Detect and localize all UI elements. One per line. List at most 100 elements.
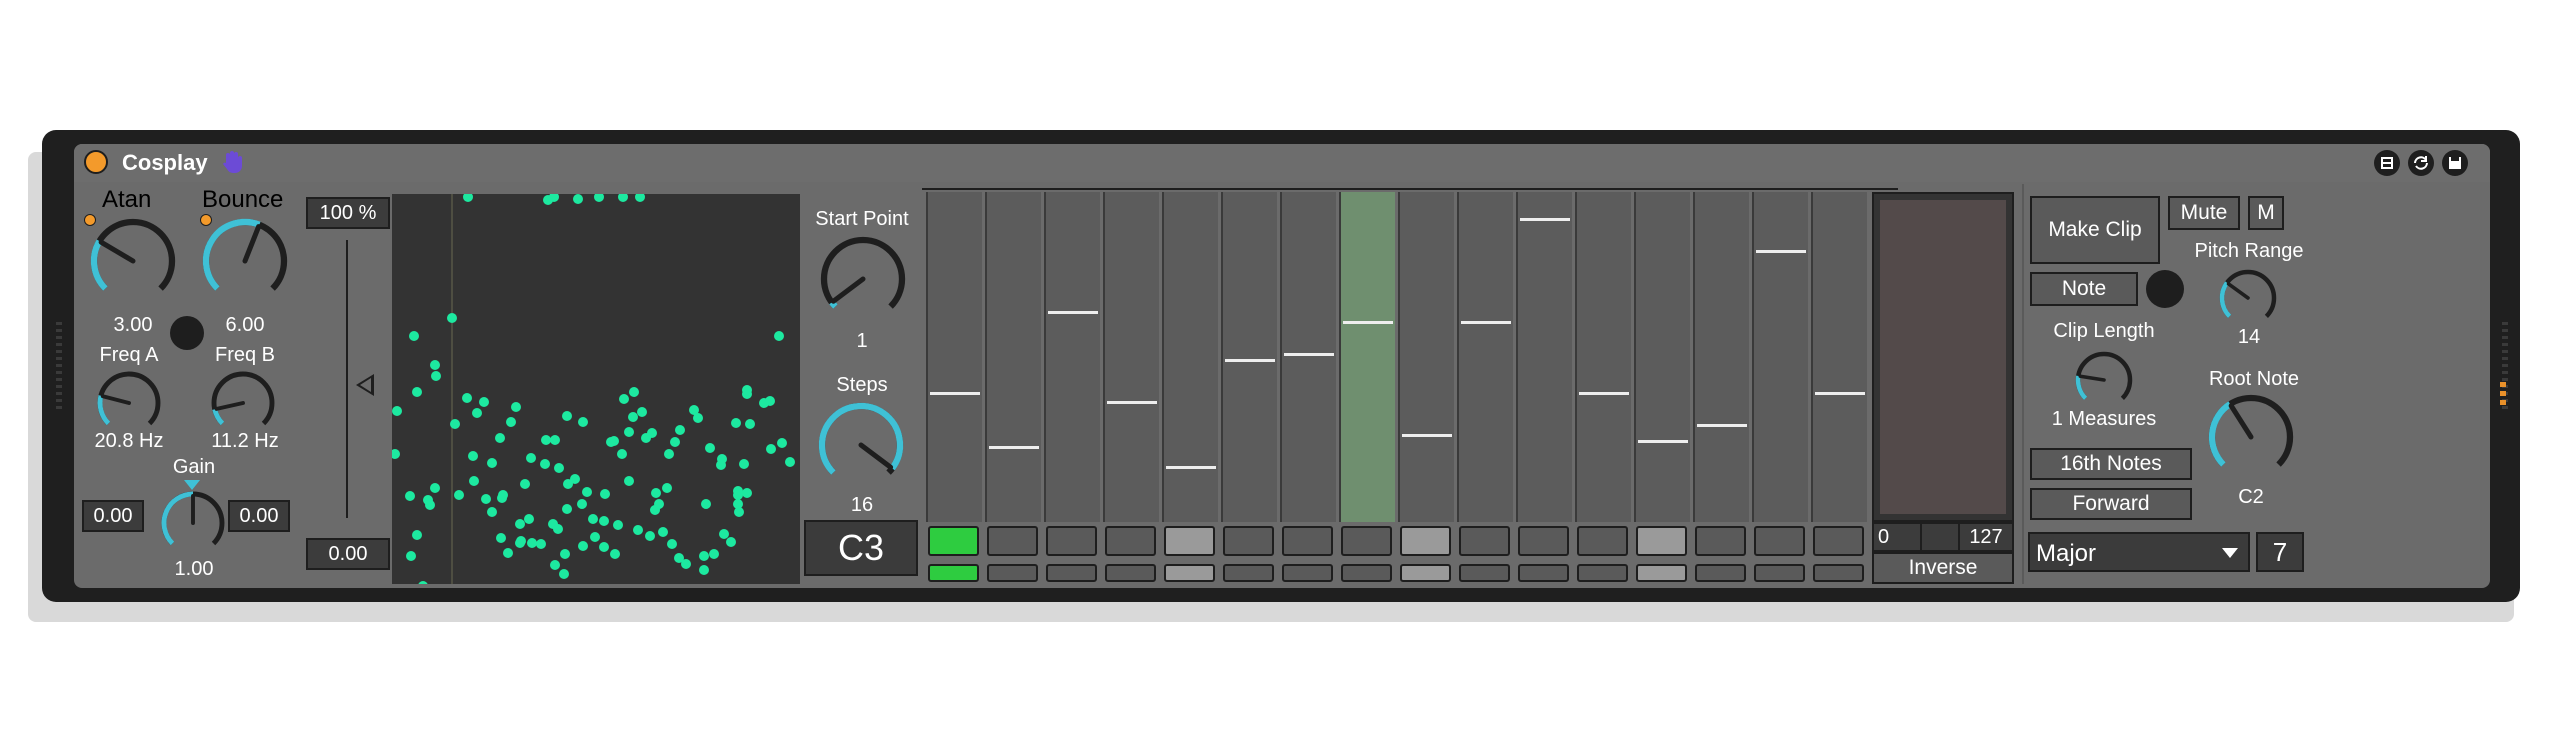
step-sub-button[interactable] bbox=[1518, 564, 1569, 582]
step-sub-button[interactable] bbox=[1164, 564, 1215, 582]
start-point-knob[interactable] bbox=[818, 234, 908, 324]
step-button[interactable] bbox=[1282, 526, 1333, 556]
slider-bottom-value[interactable]: 0.00 bbox=[306, 538, 390, 570]
step-column[interactable] bbox=[1044, 192, 1100, 522]
step-button[interactable] bbox=[1636, 526, 1687, 556]
step-sub-button[interactable] bbox=[1577, 564, 1628, 582]
freq-a-value: 20.8 Hz bbox=[94, 430, 164, 452]
range-display[interactable] bbox=[1872, 192, 2014, 522]
m-button[interactable]: M bbox=[2248, 196, 2284, 230]
step-value-line bbox=[1048, 311, 1098, 315]
inverse-button[interactable]: Inverse bbox=[1872, 552, 2014, 584]
step-column[interactable] bbox=[1752, 192, 1808, 522]
direction-button[interactable]: Forward bbox=[2030, 488, 2192, 520]
step-column[interactable] bbox=[1221, 192, 1277, 522]
step-sub-button[interactable] bbox=[1105, 564, 1156, 582]
step-button[interactable] bbox=[1341, 526, 1392, 556]
step-sub-button[interactable] bbox=[1813, 564, 1864, 582]
gain-right-box[interactable]: 0.00 bbox=[228, 500, 290, 532]
step-sub-button[interactable] bbox=[928, 564, 979, 582]
root-note-knob[interactable] bbox=[2206, 392, 2296, 482]
make-clip-button[interactable]: Make Clip bbox=[2030, 196, 2160, 264]
step-sub-button[interactable] bbox=[1046, 564, 1097, 582]
step-column[interactable] bbox=[1103, 192, 1159, 522]
save-icon[interactable] bbox=[2442, 150, 2468, 176]
slider-handle-inner bbox=[360, 378, 371, 392]
step-column[interactable] bbox=[926, 192, 982, 522]
scale-dropdown[interactable]: Major bbox=[2028, 532, 2250, 572]
step-column[interactable] bbox=[1339, 192, 1395, 522]
scatter-point bbox=[731, 418, 741, 428]
pin-icon[interactable] bbox=[2374, 150, 2400, 176]
step-value-line bbox=[1225, 359, 1275, 363]
step-button[interactable] bbox=[928, 526, 979, 556]
step-sub-button[interactable] bbox=[1459, 564, 1510, 582]
scale-degree[interactable]: 7 bbox=[2256, 532, 2304, 572]
knob-arc bbox=[2075, 375, 2088, 400]
clip-length-knob[interactable] bbox=[2072, 348, 2136, 412]
knob-pointer bbox=[858, 442, 894, 470]
step-button[interactable] bbox=[1695, 526, 1746, 556]
power-icon[interactable] bbox=[84, 150, 108, 174]
atan-knob[interactable] bbox=[88, 216, 178, 306]
mute-button[interactable]: Mute bbox=[2168, 196, 2240, 230]
freq-a-knob[interactable] bbox=[94, 368, 164, 438]
note-mode-toggle[interactable] bbox=[2146, 270, 2184, 308]
step-column[interactable] bbox=[1811, 192, 1867, 522]
freq-b-knob[interactable] bbox=[208, 368, 278, 438]
step-sub-button[interactable] bbox=[1754, 564, 1805, 582]
scatter-point bbox=[766, 444, 776, 454]
step-column[interactable] bbox=[1457, 192, 1513, 522]
device-title[interactable]: Cosplay bbox=[122, 150, 208, 176]
note-display[interactable]: C3 bbox=[804, 520, 918, 576]
bounce-knob[interactable] bbox=[200, 216, 290, 306]
step-button[interactable] bbox=[1223, 526, 1274, 556]
step-sub-button[interactable] bbox=[1400, 564, 1451, 582]
left-grip[interactable] bbox=[56, 322, 62, 412]
step-sub-button[interactable] bbox=[1282, 564, 1333, 582]
step-value-line bbox=[1461, 320, 1511, 324]
freq-b-value: 11.2 Hz bbox=[211, 430, 279, 452]
step-column[interactable] bbox=[1575, 192, 1631, 522]
step-button[interactable] bbox=[987, 526, 1038, 556]
range-min[interactable]: 0 bbox=[1872, 522, 1922, 552]
step-sub-button[interactable] bbox=[1695, 564, 1746, 582]
scatter-point bbox=[496, 533, 506, 543]
link-toggle[interactable] bbox=[170, 316, 204, 350]
step-button[interactable] bbox=[1518, 526, 1569, 556]
step-sub-button[interactable] bbox=[1223, 564, 1274, 582]
step-button[interactable] bbox=[1813, 526, 1864, 556]
scatter-point bbox=[658, 527, 668, 537]
step-column[interactable] bbox=[1516, 192, 1572, 522]
rate-button[interactable]: 16th Notes bbox=[2030, 448, 2192, 480]
knob-pointer bbox=[830, 276, 866, 304]
hotswap-icon[interactable] bbox=[2408, 150, 2434, 176]
step-button[interactable] bbox=[1164, 526, 1215, 556]
slider-top-value[interactable]: 100 % bbox=[306, 197, 390, 229]
step-sub-button[interactable] bbox=[987, 564, 1038, 582]
step-column[interactable] bbox=[1280, 192, 1336, 522]
step-sequencer[interactable] bbox=[926, 192, 1870, 522]
step-column[interactable] bbox=[1693, 192, 1749, 522]
pitch-range-knob[interactable] bbox=[2216, 266, 2280, 330]
slider-track[interactable] bbox=[346, 240, 348, 518]
step-button[interactable] bbox=[1400, 526, 1451, 556]
step-button[interactable] bbox=[1754, 526, 1805, 556]
step-column[interactable] bbox=[985, 192, 1041, 522]
range-max[interactable]: 127 bbox=[1958, 522, 2014, 552]
gain-knob[interactable] bbox=[158, 488, 228, 558]
scatter-display[interactable] bbox=[392, 194, 800, 584]
step-button[interactable] bbox=[1046, 526, 1097, 556]
gain-left-box[interactable]: 0.00 bbox=[82, 500, 144, 532]
step-sub-button[interactable] bbox=[1341, 564, 1392, 582]
step-button[interactable] bbox=[1105, 526, 1156, 556]
steps-knob[interactable] bbox=[816, 400, 906, 490]
step-column[interactable] bbox=[1634, 192, 1690, 522]
step-column[interactable] bbox=[1162, 192, 1218, 522]
step-button[interactable] bbox=[1577, 526, 1628, 556]
step-column[interactable] bbox=[1398, 192, 1454, 522]
note-mode-button[interactable]: Note bbox=[2030, 272, 2138, 306]
scatter-point bbox=[563, 479, 573, 489]
step-sub-button[interactable] bbox=[1636, 564, 1687, 582]
step-button[interactable] bbox=[1459, 526, 1510, 556]
